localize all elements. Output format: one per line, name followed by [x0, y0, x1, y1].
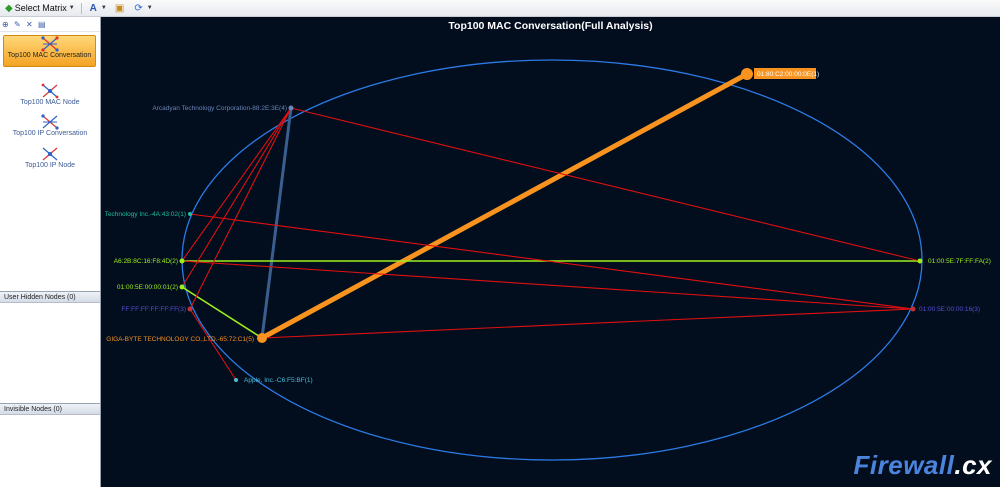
matrix-icon: ◆: [5, 2, 13, 14]
node-dot[interactable]: [288, 105, 294, 111]
node-label: GIGA-BYTE TECHNOLOGY CO.,LTD.-65:72:C1(5…: [106, 336, 254, 343]
matrix-item-mac-node[interactable]: Top100 MAC Node: [0, 83, 100, 106]
logo-ext: .cx: [954, 450, 992, 480]
chevron-down-icon: ▼: [146, 5, 153, 11]
firewall-cx-logo: Firewall.cx: [854, 450, 992, 481]
invisible-nodes-label: Invisible Nodes (0): [4, 405, 62, 413]
matrix-item-label: Top100 IP Node: [24, 162, 76, 169]
node-dot[interactable]: [910, 306, 916, 312]
select-matrix-button[interactable]: ◆ Select Matrix ▼: [2, 1, 78, 15]
node-dot[interactable]: [741, 68, 753, 80]
node-mcast-16[interactable]: 01:00:5E:00:00:16(3): [910, 306, 981, 313]
node-label: Arcadyan Technology Corporation-88:2E:3E…: [152, 105, 287, 112]
node-mcast-01[interactable]: 01:00:5E:00:00:01(2): [117, 284, 185, 291]
link-gigabyte-multicast-c2[interactable]: [259, 71, 750, 341]
node-dot[interactable]: [257, 333, 267, 343]
conversation-icon: [40, 36, 59, 52]
link-gigabyte-mcast-16[interactable]: [261, 308, 914, 339]
node-dot[interactable]: [917, 258, 923, 264]
link-mcast-01-gigabyte[interactable]: [181, 286, 263, 339]
node-dot[interactable]: [188, 212, 192, 216]
matrix-item-label: Top100 MAC Conversation: [7, 52, 92, 59]
matrix-item-ip-node[interactable]: Top100 IP Node: [0, 146, 100, 169]
refresh-button[interactable]: ⟳ ▼: [131, 1, 155, 15]
font-icon: A: [89, 2, 97, 14]
user-hidden-nodes-label: User Hidden Nodes (0): [4, 293, 76, 301]
node-label: Technology Inc.-4A:43:02(1): [105, 211, 186, 218]
node-icon: [41, 83, 59, 99]
graph-title: Top100 MAC Conversation(Full Analysis): [448, 20, 653, 32]
conversation-icon: [41, 114, 59, 130]
node-technology[interactable]: Technology Inc.-4A:43:02(1): [105, 211, 192, 218]
node-dot[interactable]: [179, 284, 185, 290]
invisible-nodes-header[interactable]: Invisible Nodes (0): [0, 403, 100, 415]
add-icon[interactable]: ⊕: [2, 20, 11, 29]
node-dot[interactable]: [234, 378, 238, 382]
sidebar-toolbar: ⊕ ✎ ✕ ▤: [0, 17, 100, 32]
node-gigabyte[interactable]: GIGA-BYTE TECHNOLOGY CO.,LTD.-65:72:C1(5…: [106, 333, 267, 343]
node-label: 01:00:5E:00:00:01(2): [117, 284, 178, 291]
node-ring: [181, 59, 923, 461]
graph-canvas[interactable]: Arcadyan Technology Corporation-88:2E:3E…: [101, 17, 1000, 487]
node-multicast-c2[interactable]: 01:80:C2:00:00:0E(1): [741, 68, 819, 80]
matrix-sidebar: ⊕ ✎ ✕ ▤ Top100 MAC Conversation Top100 M…: [0, 17, 101, 487]
node-label: 01:80:C2:00:00:0E(1): [757, 71, 819, 78]
font-button[interactable]: A ▼: [87, 1, 110, 15]
top-toolbar: ◆ Select Matrix ▼ A ▼ ▣ ⟳ ▼: [0, 0, 1000, 17]
node-dot[interactable]: [179, 258, 185, 264]
export-button[interactable]: ▣: [112, 1, 129, 15]
node-a6[interactable]: A6:2B:8C:16:F8:4D(2): [114, 258, 185, 265]
node-icon: [42, 147, 58, 161]
node-dot[interactable]: [187, 306, 193, 312]
node-mcast-fa[interactable]: 01:00:5E:7F:FF:FA(2): [917, 258, 991, 265]
graph-links: [181, 71, 921, 381]
graph-nodes: Arcadyan Technology Corporation-88:2E:3E…: [105, 68, 991, 384]
node-label: A6:2B:8C:16:F8:4D(2): [114, 258, 178, 265]
chevron-down-icon: ▼: [68, 5, 75, 11]
export-icon: ▣: [114, 2, 125, 14]
delete-icon[interactable]: ✕: [26, 20, 35, 29]
node-label: Apple, Inc.-C6:F5:BF(1): [244, 377, 313, 384]
link-arcadyan-broadcast[interactable]: [189, 107, 292, 310]
link-a6-mcast-16[interactable]: [181, 260, 914, 310]
node-label: 01:00:5E:00:00:16(3): [919, 306, 980, 313]
link-broadcast-apple[interactable]: [189, 308, 237, 381]
chevron-down-icon: ▼: [100, 5, 107, 11]
matrix-item-mac-conversation[interactable]: Top100 MAC Conversation: [3, 35, 96, 67]
user-hidden-nodes-header[interactable]: User Hidden Nodes (0): [0, 291, 100, 303]
node-arcadyan[interactable]: Arcadyan Technology Corporation-88:2E:3E…: [152, 105, 294, 112]
link-arcadyan-mcast-fa[interactable]: [290, 107, 921, 262]
node-apple[interactable]: Apple, Inc.-C6:F5:BF(1): [234, 377, 313, 384]
matrix-item-label: Top100 IP Conversation: [12, 130, 88, 137]
logo-brand: Firewall: [853, 450, 955, 480]
toolbar-divider: [80, 2, 82, 14]
link-arcadyan-mcast-01[interactable]: [181, 107, 292, 288]
matrix-item-label: Top100 MAC Node: [20, 99, 80, 106]
matrix-item-ip-conversation[interactable]: Top100 IP Conversation: [0, 114, 100, 137]
node-label: 01:00:5E:7F:FF:FA(2): [928, 258, 991, 265]
conversation-graph[interactable]: Arcadyan Technology Corporation-88:2E:3E…: [101, 17, 1000, 487]
node-broadcast[interactable]: FF:FF:FF:FF:FF:FF(3): [121, 306, 193, 313]
refresh-icon: ⟳: [134, 2, 143, 14]
edit-icon[interactable]: ✎: [14, 20, 23, 29]
properties-icon[interactable]: ▤: [38, 20, 47, 29]
select-matrix-label: Select Matrix: [14, 3, 67, 13]
matrix-list: Top100 MAC Conversation Top100 MAC Node …: [0, 32, 100, 287]
node-label: FF:FF:FF:FF:FF:FF(3): [121, 306, 186, 313]
